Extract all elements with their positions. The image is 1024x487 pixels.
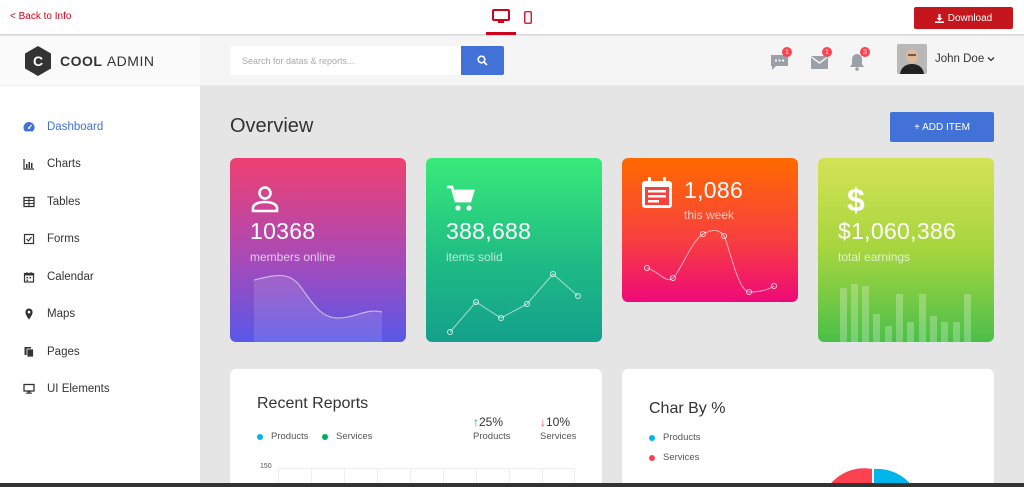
services-percent: ↓10% <box>540 415 571 429</box>
mobile-icon <box>524 11 532 24</box>
desktop-icon <box>492 8 510 23</box>
messages-button[interactable]: 1 <box>768 47 792 73</box>
window-bottom-edge <box>0 483 1024 487</box>
stat-card-week: 1,086 this week <box>622 158 798 302</box>
desktop-icon <box>23 384 35 394</box>
legend-products: Products <box>257 431 309 442</box>
logo-text: COOL ADMIN <box>60 52 155 69</box>
sidebar-item-ui-elements[interactable]: UI Elements <box>0 371 200 409</box>
copy-icon <box>24 346 34 358</box>
sidebar-item-pages[interactable]: Pages <box>0 333 200 371</box>
stat-card-items: 388,688 items solid <box>426 158 602 342</box>
legend-services: Services <box>322 431 372 442</box>
services-percent-label: Services <box>540 431 577 442</box>
sidebar-item-label: UI Elements <box>47 383 110 396</box>
sidebar: C COOL ADMIN Dashboard Charts Tables For… <box>0 36 200 487</box>
sidebar-item-forms[interactable]: Forms <box>0 221 200 259</box>
sidebar-item-label: Charts <box>47 158 81 171</box>
sidebar-item-tables[interactable]: Tables <box>0 183 200 221</box>
sidebar-item-label: Calendar <box>47 270 94 283</box>
bar-chart-icon <box>23 159 34 170</box>
map-marker-icon <box>25 308 33 320</box>
members-area-chart <box>253 274 383 342</box>
search-input[interactable] <box>230 46 462 75</box>
notifications-button[interactable]: 3 <box>846 47 870 73</box>
check-square-icon <box>23 234 35 245</box>
earnings-bar-chart <box>840 284 971 342</box>
sidebar-item-calendar[interactable]: Calendar <box>0 258 200 296</box>
mail-badge: 1 <box>822 47 832 57</box>
recent-reports-card: Recent Reports Products Services ↑25% Pr… <box>230 369 602 487</box>
sidebar-item-label: Dashboard <box>47 120 104 133</box>
user-name: John Doe <box>935 53 985 65</box>
search-button[interactable] <box>461 46 504 75</box>
preview-topbar: < Back to Info Download <box>0 0 1024 35</box>
download-label: Download <box>947 12 993 24</box>
back-to-info-link[interactable]: < Back to Info <box>10 11 71 22</box>
mobile-view-toggle[interactable] <box>520 0 536 35</box>
mail-button[interactable]: 1 <box>808 47 832 73</box>
legend-products: Products <box>649 432 701 443</box>
char-by-title: Char By % <box>649 400 726 417</box>
logo[interactable]: C COOL ADMIN <box>0 36 200 86</box>
download-icon <box>934 13 944 23</box>
search-icon <box>477 55 488 66</box>
dashboard-icon <box>23 121 35 132</box>
desktop-view-toggle[interactable] <box>486 0 516 35</box>
notifications-badge: 3 <box>860 47 870 57</box>
chevron-down-icon <box>987 57 995 62</box>
logo-hexagon-icon: C <box>25 45 51 76</box>
char-by-percent-card: Char By % Products Services <box>622 369 994 487</box>
sidebar-item-label: Pages <box>47 345 80 358</box>
download-button[interactable]: Download <box>914 7 1013 29</box>
sidebar-nav: Dashboard Charts Tables Forms Calendar M… <box>0 86 200 408</box>
avatar-image <box>897 44 927 74</box>
page-title: Overview <box>230 115 314 137</box>
sidebar-item-label: Tables <box>47 195 81 208</box>
sidebar-item-dashboard[interactable]: Dashboard <box>0 108 200 146</box>
legend-services: Services <box>649 452 699 463</box>
calendar-icon <box>23 271 35 283</box>
svg-text:C: C <box>33 53 43 69</box>
sidebar-item-maps[interactable]: Maps <box>0 296 200 334</box>
recent-reports-title: Recent Reports <box>257 395 369 412</box>
items-line-chart <box>447 271 581 335</box>
products-percent-label: Products <box>473 431 511 442</box>
y-axis-tick: 150 <box>260 463 272 470</box>
user-menu[interactable]: John Doe <box>935 53 995 65</box>
sidebar-item-charts[interactable]: Charts <box>0 146 200 184</box>
stat-card-members: 10368 members online <box>230 158 406 342</box>
messages-badge: 1 <box>782 47 792 57</box>
sidebar-item-label: Forms <box>47 233 80 246</box>
stat-card-earnings: $ $1,060,386 total earnings <box>818 158 994 342</box>
add-item-button[interactable]: + ADD ITEM <box>890 112 994 142</box>
app-header: 1 1 3 John Doe <box>200 36 1024 86</box>
table-icon <box>23 196 35 207</box>
avatar[interactable] <box>897 44 927 74</box>
sidebar-item-label: Maps <box>47 308 76 321</box>
week-curve-chart <box>644 229 777 295</box>
products-percent: ↑25% <box>473 415 504 429</box>
